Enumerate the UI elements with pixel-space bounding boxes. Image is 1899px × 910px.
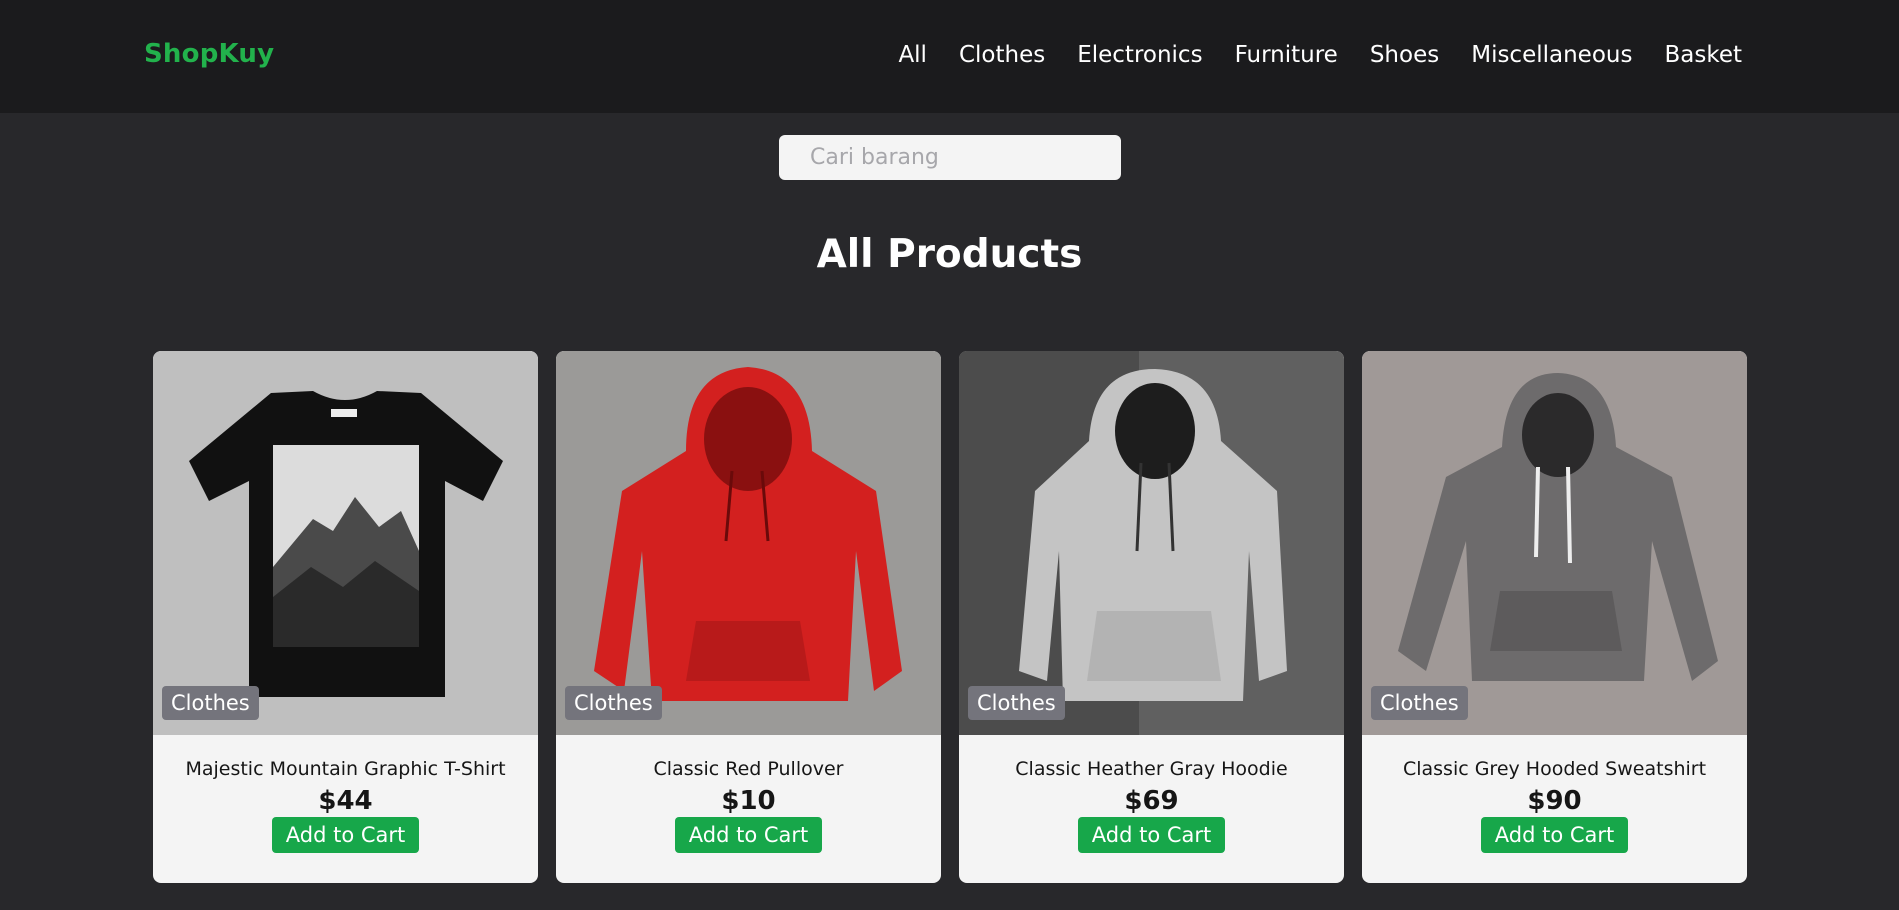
- product-image[interactable]: Clothes: [153, 351, 538, 735]
- nav-item-clothes[interactable]: Clothes: [959, 42, 1045, 68]
- category-badge: Clothes: [565, 686, 662, 720]
- product-card: Clothes Classic Heather Gray Hoodie $69 …: [959, 351, 1344, 883]
- category-badge: Clothes: [968, 686, 1065, 720]
- nav-links: All Clothes Electronics Furniture Shoes …: [898, 42, 1742, 68]
- card-body: Classic Red Pullover $10 Add to Cart: [556, 735, 941, 853]
- nav-item-miscellaneous[interactable]: Miscellaneous: [1471, 42, 1632, 68]
- product-grid: Clothes Majestic Mountain Graphic T-Shir…: [153, 351, 1747, 883]
- product-name[interactable]: Majestic Mountain Graphic T-Shirt: [153, 758, 538, 780]
- nav-item-shoes[interactable]: Shoes: [1370, 42, 1439, 68]
- tshirt-image: [153, 351, 538, 735]
- category-badge: Clothes: [162, 686, 259, 720]
- product-image[interactable]: Clothes: [556, 351, 941, 735]
- product-card: Clothes Majestic Mountain Graphic T-Shir…: [153, 351, 538, 883]
- nav-item-all[interactable]: All: [898, 42, 927, 68]
- product-price: $44: [318, 786, 373, 816]
- search-box: [779, 135, 1121, 180]
- product-price: $69: [1124, 786, 1179, 816]
- product-card: Clothes Classic Grey Hooded Sweatshirt $…: [1362, 351, 1747, 883]
- product-image[interactable]: Clothes: [959, 351, 1344, 735]
- add-to-cart-button[interactable]: Add to Cart: [674, 817, 823, 853]
- gray-hoodie-image: [959, 351, 1344, 735]
- card-body: Classic Grey Hooded Sweatshirt $90 Add t…: [1362, 735, 1747, 853]
- category-badge: Clothes: [1371, 686, 1468, 720]
- navbar: ShopKuy All Clothes Electronics Furnitur…: [0, 0, 1899, 113]
- product-name[interactable]: Classic Heather Gray Hoodie: [959, 758, 1344, 780]
- brand-logo[interactable]: ShopKuy: [144, 39, 274, 69]
- grey-sweatshirt-image: [1362, 351, 1747, 735]
- add-to-cart-button[interactable]: Add to Cart: [271, 817, 420, 853]
- product-price: $90: [1527, 786, 1582, 816]
- card-body: Classic Heather Gray Hoodie $69 Add to C…: [959, 735, 1344, 853]
- add-to-cart-button[interactable]: Add to Cart: [1077, 817, 1226, 853]
- add-to-cart-button[interactable]: Add to Cart: [1480, 817, 1629, 853]
- product-name[interactable]: Classic Grey Hooded Sweatshirt: [1362, 758, 1747, 780]
- page-title: All Products: [816, 232, 1083, 277]
- product-name[interactable]: Classic Red Pullover: [556, 758, 941, 780]
- nav-item-basket[interactable]: Basket: [1664, 42, 1742, 68]
- product-image[interactable]: Clothes: [1362, 351, 1747, 735]
- card-body: Majestic Mountain Graphic T-Shirt $44 Ad…: [153, 735, 538, 853]
- nav-item-furniture[interactable]: Furniture: [1235, 42, 1338, 68]
- product-price: $10: [721, 786, 776, 816]
- product-card: Clothes Classic Red Pullover $10 Add to …: [556, 351, 941, 883]
- search-input[interactable]: [779, 135, 1121, 180]
- nav-item-electronics[interactable]: Electronics: [1077, 42, 1202, 68]
- red-hoodie-image: [556, 351, 941, 735]
